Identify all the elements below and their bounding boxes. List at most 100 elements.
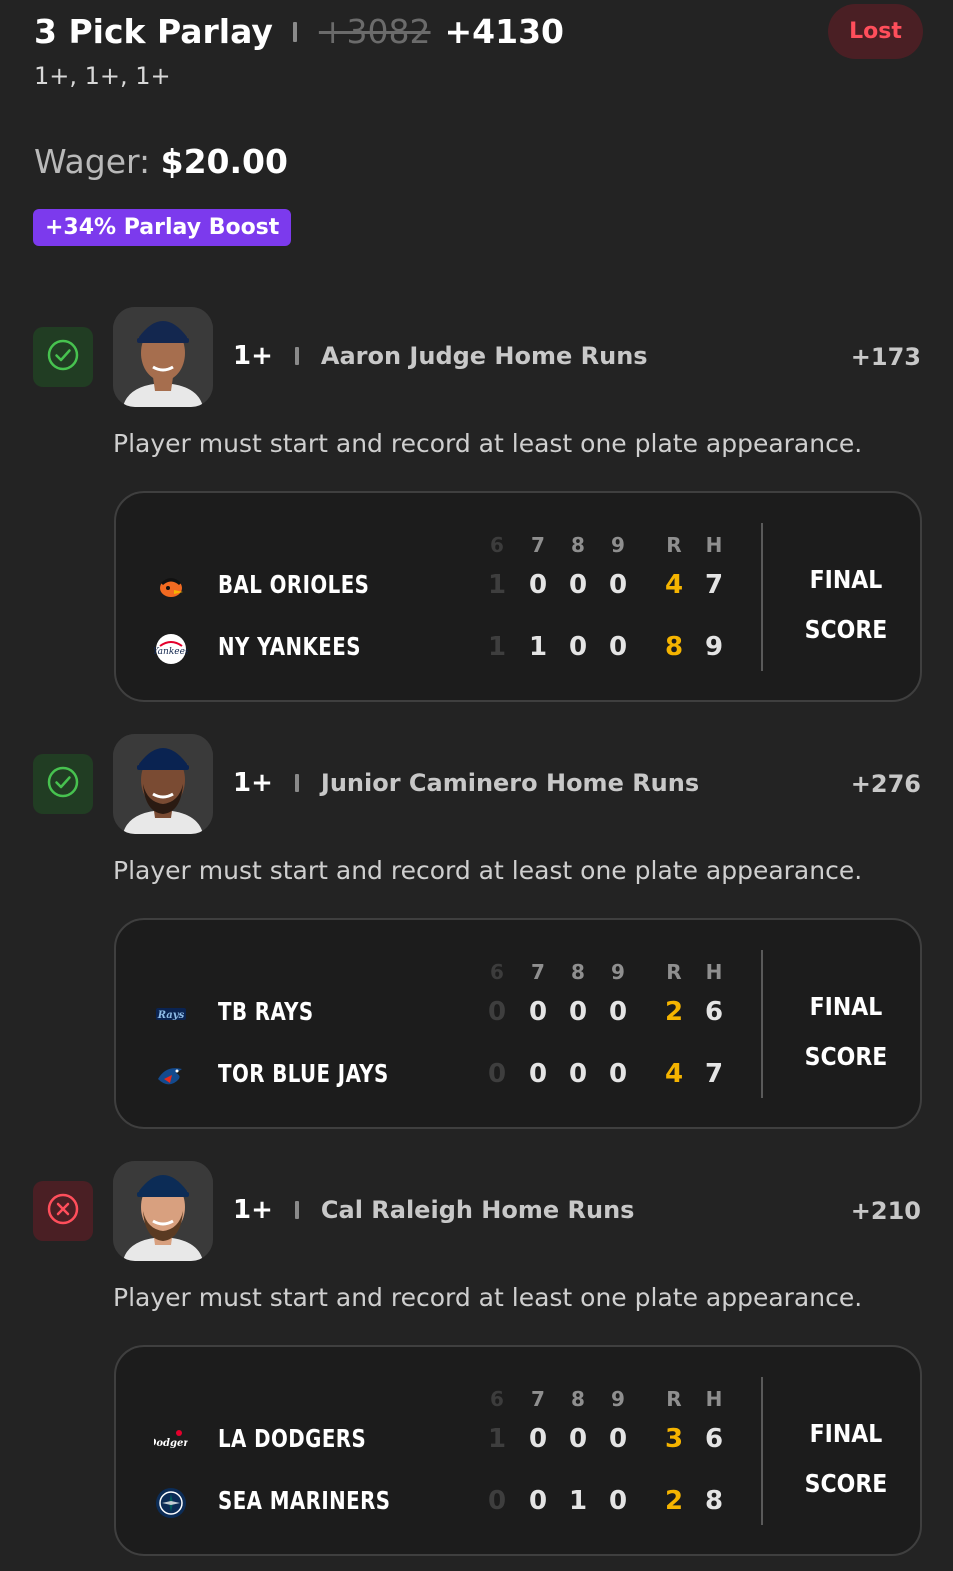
team-name: SEA MARINERS [218, 1486, 391, 1515]
inning-cell: 0 [608, 1486, 628, 1516]
runs-cell: 4 [664, 1059, 684, 1089]
scoreboard-header-8: 8 [571, 533, 585, 557]
player-avatar [113, 1161, 213, 1261]
inning-cell: 0 [487, 1059, 507, 1089]
team-name: LA DODGERS [218, 1424, 367, 1453]
wager-amount: $20.00 [160, 142, 288, 181]
inning-cell: 0 [568, 997, 588, 1027]
inning-cell: 0 [568, 1424, 588, 1454]
scoreboard[interactable]: 6 7 8 9 R H BAL ORIOLES 1 0 0 0 4 7 Yankees NY YANKEES… [114, 491, 922, 702]
final-score-label: FINAL SCORE [793, 1409, 899, 1509]
scoreboard-header-r: R [666, 1387, 682, 1411]
scoreboard-divider [761, 1377, 763, 1525]
inning-cell: 0 [528, 1424, 548, 1454]
parlay-selections: 1+, 1+, 1+ [34, 62, 171, 90]
runs-cell: 4 [664, 570, 684, 600]
scoreboard-header-6: 6 [490, 533, 504, 557]
team-row: DodgersLA DODGERS100036 [116, 1420, 756, 1460]
status-badge: Lost [828, 4, 923, 59]
leg-market: Junior Caminero Home Runs [320, 769, 700, 797]
parlay-leg[interactable]: 1+ Cal Raleigh Home Runs +210 Player must s… [0, 1161, 953, 1571]
inning-cell: 1 [487, 570, 507, 600]
leg-rule-text: Player must start and record at least on… [113, 1283, 863, 1312]
scoreboard-header-8: 8 [571, 1387, 585, 1411]
team-name: NY YANKEES [218, 632, 361, 661]
scoreboard[interactable]: 6789RHDodgersLA DODGERS100036SEA MARINER… [114, 1345, 922, 1556]
yankees-logo-icon: Yankees [152, 632, 190, 666]
final-score-word: FINAL [809, 1419, 883, 1448]
hits-cell: 8 [704, 1486, 724, 1516]
parlay-title: 3 Pick Parlay [34, 12, 273, 51]
check-circle-icon [46, 765, 80, 803]
leg-selection: 1+ Junior Caminero Home Runs [233, 768, 699, 798]
leg-rule-text: Player must start and record at least on… [113, 429, 863, 458]
team-row: SEA MARINERS 0 0 1 0 2 8 [116, 1482, 756, 1522]
inning-cell: 0 [528, 570, 548, 600]
team-row: BAL ORIOLES 1 0 0 0 4 7 [116, 566, 756, 606]
inning-cell: 1 [528, 632, 548, 662]
dodgers-logo-icon: Dodgers [147, 1424, 195, 1458]
inning-cell: 0 [487, 1486, 507, 1516]
parlay-leg[interactable]: 1+ Aaron Judge Home Runs +173 Player must s… [0, 307, 953, 717]
leg-separator [294, 347, 299, 365]
hits-cell: 7 [704, 570, 724, 600]
parlay-boost-badge: +34% Parlay Boost [33, 209, 292, 246]
inning-cell: 0 [528, 1486, 548, 1516]
leg-status-indicator [33, 327, 93, 387]
scoreboard-header-6: 6 [490, 960, 504, 984]
runs-cell: 2 [664, 997, 684, 1027]
scoreboard-divider [761, 523, 763, 671]
mariners-logo-icon [154, 1486, 188, 1520]
hits-cell: 7 [704, 1059, 724, 1089]
leg-selection: 1+ Aaron Judge Home Runs [233, 341, 648, 371]
leg-rule-text: Player must start and record at least on… [113, 856, 863, 885]
leg-odds: +173 [850, 343, 921, 371]
header-separator [292, 21, 297, 42]
boosted-odds: +4130 [444, 12, 565, 51]
leg-odds: +276 [850, 770, 921, 798]
inning-cell: 1 [487, 1424, 507, 1454]
rays-logo-icon: Rays [154, 997, 188, 1031]
leg-line-value: 1+ [233, 1195, 273, 1225]
player-avatar [113, 734, 213, 834]
inning-cell: 0 [608, 570, 628, 600]
inning-cell: 0 [528, 997, 548, 1027]
blue-jays-logo-icon [154, 1059, 188, 1093]
scoreboard-header-8: 8 [571, 960, 585, 984]
orioles-logo-icon [154, 570, 188, 604]
inning-cell: 0 [568, 1059, 588, 1089]
runs-cell: 8 [664, 632, 684, 662]
scoreboard-header-r: R [666, 960, 682, 984]
runs-cell: 3 [664, 1424, 684, 1454]
parlay-header: 3 Pick Parlay +3082 +4130 [34, 12, 564, 51]
svg-text:Dodgers: Dodgers [154, 1438, 188, 1449]
inning-cell: 0 [608, 997, 628, 1027]
scoreboard[interactable]: 6 7 8 9 R H Rays TB RAYS 0 0 0 0 2 6 TOR BLUE JAYS 0 0 0 0… [114, 918, 922, 1129]
wager-label: Wager: [34, 142, 151, 181]
scoreboard-header-7: 7 [531, 533, 545, 557]
final-score-label: FINAL SCORE [793, 982, 899, 1082]
parlay-leg[interactable]: 1+ Junior Caminero Home Runs +276 Player mu… [0, 734, 953, 1144]
final-score-label: FINAL SCORE [793, 555, 899, 655]
inning-cell: 0 [608, 632, 628, 662]
team-name: BAL ORIOLES [218, 570, 370, 599]
leg-market: Aaron Judge Home Runs [320, 342, 648, 370]
team-row: TOR BLUE JAYS 0 0 0 0 4 7 [116, 1055, 756, 1095]
inning-cell: 1 [568, 1486, 588, 1516]
scoreboard-divider [761, 950, 763, 1098]
scoreboard-header-h: H [705, 533, 723, 557]
leg-line-value: 1+ [233, 768, 273, 798]
final-score-word: FINAL [809, 992, 883, 1021]
final-score-word: FINAL [809, 565, 883, 594]
scoreboard-header-9: 9 [611, 533, 625, 557]
scoreboard-header-h: H [705, 960, 723, 984]
inning-cell: 0 [568, 632, 588, 662]
leg-status-indicator [33, 1181, 93, 1241]
inning-cell: 0 [608, 1059, 628, 1089]
x-circle-icon [46, 1192, 80, 1230]
inning-cell: 0 [568, 570, 588, 600]
svg-text:Yankees: Yankees [154, 647, 188, 657]
scoreboard-header-7: 7 [531, 1387, 545, 1411]
scoreboard-header-r: R [666, 533, 682, 557]
inning-cell: 1 [487, 632, 507, 662]
